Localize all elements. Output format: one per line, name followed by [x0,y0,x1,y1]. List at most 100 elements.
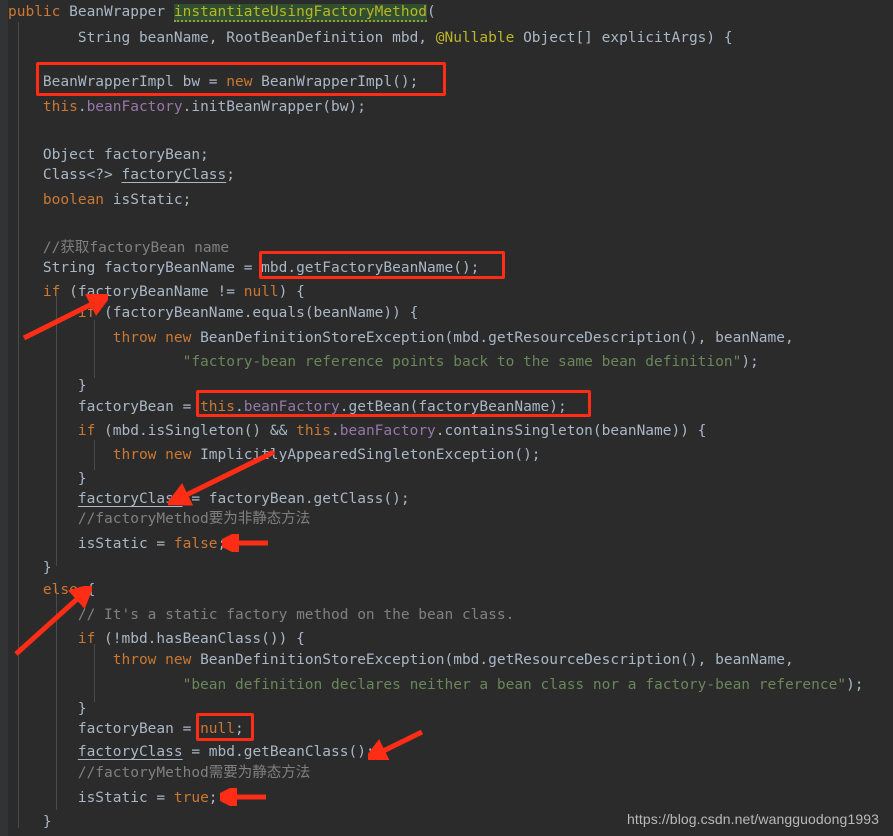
code-token: } [8,560,52,576]
code-token: } [8,814,52,830]
code-token: (mbd.isSingleton() && [104,423,297,439]
code-line[interactable]: throw new BeanDefinitionStoreException(m… [8,328,794,348]
code-line[interactable]: String factoryBeanName = mbd.getFactoryB… [8,258,480,278]
code-token: BeanDefinitionStoreException(mbd.getReso… [200,652,794,668]
code-token: //获取factoryBean name [8,240,230,256]
code-token: beanFactory [86,99,183,115]
code-line[interactable]: "bean definition declares neither a bean… [8,675,864,695]
code-token: ) { [278,284,305,300]
code-token: if [8,284,70,300]
code-token: ); [741,354,759,370]
code-token: null [243,284,279,300]
code-content[interactable]: public BeanWrapper instantiateUsingFacto… [0,0,893,836]
code-token: .getBean(factoryBeanName); [339,399,567,415]
code-token: isStatic; [112,192,192,208]
code-token: factoryBean = [8,721,201,737]
code-token: = factoryBean.getClass(); [182,491,410,507]
code-token: isStatic = [8,536,174,552]
code-token: BeanWrapperImpl(); [261,74,419,90]
code-token: factoryBean = [8,399,201,415]
code-line[interactable]: //factoryMethod需要为静态方法 [8,763,310,783]
code-token: (factoryBeanName != [69,284,244,300]
code-line[interactable]: } [8,469,87,489]
code-token: } [8,378,87,394]
code-token: BeanWrapperImpl bw = [8,74,227,90]
code-token: Class<?> [8,167,122,183]
code-line[interactable]: public BeanWrapper instantiateUsingFacto… [8,2,436,22]
code-line[interactable]: this.beanFactory.initBeanWrapper(bw); [8,97,366,117]
code-line[interactable]: if (factoryBeanName != null) { [8,282,305,302]
code-line[interactable]: } [8,558,52,578]
code-line[interactable]: factoryClass = factoryBean.getClass(); [8,489,410,509]
code-line[interactable]: factoryBean = null; [8,719,244,739]
code-line[interactable]: //获取factoryBean name [8,238,229,258]
code-token: factoryClass [121,167,227,183]
code-token: if [8,631,105,647]
code-token: BeanWrapper [69,4,174,20]
code-line[interactable]: String beanName, RootBeanDefinition mbd,… [8,28,733,48]
code-token: instantiateUsingFactoryMethod [173,4,428,22]
code-token: // It's a static factory method on the b… [8,607,515,623]
code-token: String beanName, RootBeanDefinition mbd, [8,30,436,46]
code-line[interactable]: throw new BeanDefinitionStoreException(m… [8,650,794,670]
code-token: . [331,423,340,439]
code-token: "bean definition declares neither a bean… [8,677,847,693]
code-token: (factoryBeanName.equals(beanName)) { [104,305,419,321]
code-token: (!mbd.hasBeanClass()) { [104,631,305,647]
code-token: this [8,99,78,115]
code-line[interactable]: Object factoryBean; [8,145,209,165]
code-token: } [8,471,87,487]
code-line[interactable]: // It's a static factory method on the b… [8,605,515,625]
code-line[interactable]: if (mbd.isSingleton() && this.beanFactor… [8,421,707,441]
code-token: String factoryBeanName = mbd.getFactoryB… [8,260,480,276]
code-token: boolean [8,192,113,208]
code-token: ; [226,167,235,183]
code-line[interactable]: } [8,376,87,396]
code-token: else [8,582,87,598]
code-token: beanFactory [339,423,436,439]
watermark: https://blog.csdn.net/wangguodong1993 [626,811,879,827]
code-token: = mbd.getBeanClass(); [182,744,375,760]
code-token: this [296,423,332,439]
code-token: false [173,536,218,552]
code-token: true [173,790,209,806]
code-line[interactable]: //factoryMethod要为非静态方法 [8,509,310,529]
code-token: if [8,423,105,439]
code-line[interactable]: BeanWrapperImpl bw = new BeanWrapperImpl… [8,72,418,92]
code-token: Object factoryBean; [8,147,209,163]
code-token: Object[] explicitArgs) { [523,30,733,46]
code-token: ImplicitlyAppearedSingletonException(); [200,447,541,463]
code-line[interactable]: "factory-bean reference points back to t… [8,352,759,372]
code-token: @Nullable [435,30,524,46]
code-line[interactable]: isStatic = true; [8,788,218,808]
code-line[interactable]: Class<?> factoryClass; [8,165,235,185]
code-token: ); [846,677,864,693]
code-token: .containsSingleton(beanName)) { [435,423,707,439]
code-token: //factoryMethod需要为静态方法 [8,765,311,781]
code-line[interactable]: factoryBean = this.beanFactory.getBean(f… [8,397,567,417]
code-line[interactable]: isStatic = false; [8,534,226,554]
code-line[interactable]: } [8,812,52,832]
code-token: new [226,74,262,90]
code-token: ; [208,790,218,806]
code-line[interactable]: throw new ImplicitlyAppearedSingletonExc… [8,445,541,465]
code-token: BeanDefinitionStoreException(mbd.getReso… [200,330,794,346]
code-editor: public BeanWrapper instantiateUsingFacto… [0,0,893,836]
code-line[interactable]: } [8,699,87,719]
code-token: ( [427,4,436,20]
code-line[interactable]: boolean isStatic; [8,190,191,210]
code-token: throw new [8,330,201,346]
code-token: ; [217,536,227,552]
code-token: factoryClass [77,744,183,760]
code-token: beanFactory [243,399,340,415]
code-line[interactable]: factoryClass = mbd.getBeanClass(); [8,742,375,762]
code-line[interactable]: if (factoryBeanName.equals(beanName)) { [8,303,418,323]
code-token: } [8,701,87,717]
code-line[interactable]: else { [8,580,95,600]
code-line[interactable]: if (!mbd.hasBeanClass()) { [8,629,305,649]
code-token: //factoryMethod要为非静态方法 [8,511,311,527]
code-token: isStatic = [8,790,174,806]
code-token: "factory-bean reference points back to t… [8,354,742,370]
